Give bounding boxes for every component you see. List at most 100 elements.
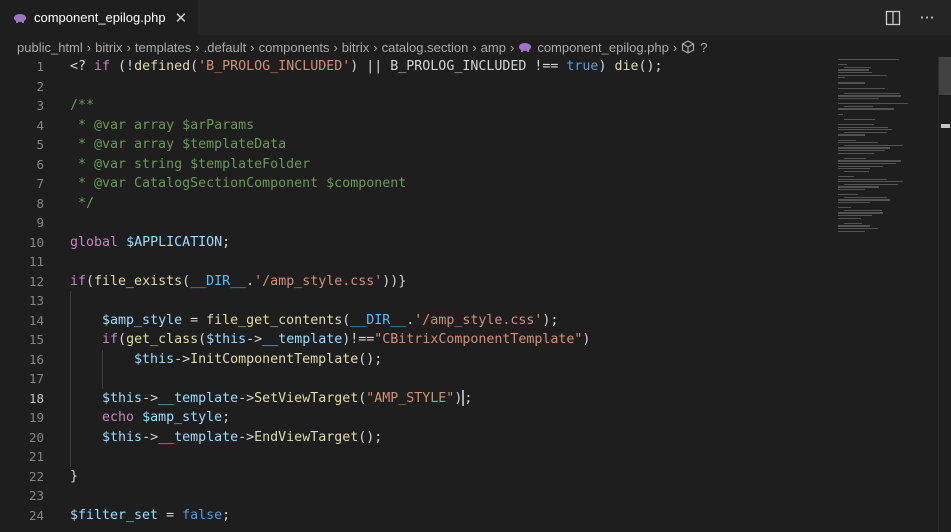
tab-component-epilog[interactable]: component_epilog.php ✕ [0, 0, 198, 35]
code-line[interactable]: $this->__template->SetViewTarget("AMP_ST… [70, 389, 472, 409]
minimap-line [838, 199, 891, 201]
minimap-line [844, 118, 875, 120]
code-token: (); [358, 351, 383, 367]
code-token: ))} [382, 273, 407, 289]
code-token: $APPLICATION [126, 234, 223, 250]
scrollbar-thumb[interactable] [939, 57, 951, 95]
minimap-line [838, 147, 891, 149]
line-number: 15 [28, 332, 44, 347]
code-token: 'B_PROLOG_INCLUDED' [198, 59, 351, 74]
minimap-line [838, 212, 883, 214]
code-line[interactable]: if(get_class($this->__template)!=="CBitr… [70, 330, 590, 350]
code-line[interactable]: * @var string $templateFolder [70, 155, 310, 175]
breadcrumb-item[interactable]: templates [135, 40, 191, 55]
line-number: 20 [28, 429, 44, 445]
code-line[interactable]: * @var array $arParams [70, 116, 254, 136]
minimap-line [838, 225, 871, 227]
line-number: 12 [28, 273, 44, 289]
code-token: __template [262, 332, 343, 347]
code-token: $amp_style [142, 410, 223, 425]
minimap-line [838, 113, 844, 115]
line-number: 24 [28, 507, 44, 523]
code-token: -> [142, 390, 159, 406]
code-line[interactable]: $amp_style = file_get_contents(__DIR__.'… [70, 311, 558, 331]
code-token: (! [110, 59, 135, 74]
minimap-line [844, 183, 898, 185]
code-token: * @var CatalogSectionComponent $componen… [70, 176, 407, 191]
code-token: )!== [342, 332, 375, 347]
minimap-line [838, 139, 856, 141]
code-token: ( [118, 332, 127, 347]
breadcrumb-item[interactable]: amp [481, 40, 506, 55]
minimap-line [838, 207, 851, 209]
line-number: 23 [28, 488, 44, 503]
minimap-line [838, 215, 873, 217]
split-editor-icon[interactable] [883, 8, 903, 28]
php-elephant-icon [519, 43, 532, 52]
code-line[interactable]: <? if (!defined('B_PROLOG_INCLUDED') || … [70, 57, 663, 77]
close-icon[interactable]: ✕ [175, 9, 188, 27]
line-number: 11 [28, 254, 44, 269]
code-line[interactable]: global $APPLICATION; [70, 233, 230, 253]
code-line[interactable]: if(file_exists(__DIR__.'/amp_style.css')… [70, 272, 406, 292]
code-token: if [94, 59, 111, 74]
code-token: if [70, 273, 87, 289]
breadcrumb-item[interactable]: bitrix [95, 40, 122, 55]
line-number: 17 [28, 371, 44, 386]
more-actions-icon[interactable]: ··· [917, 8, 937, 28]
minimap-line [838, 160, 901, 162]
minimap-line [838, 103, 909, 105]
code-token: ( [198, 332, 207, 347]
chevron-right-icon: › [250, 39, 255, 55]
code-token: ( [182, 273, 191, 289]
line-number: 16 [28, 351, 44, 367]
breadcrumb-item-file[interactable]: component_epilog.php [537, 40, 669, 55]
code-line[interactable]: * @var CatalogSectionComponent $componen… [70, 174, 406, 194]
breadcrumb-item-symbol[interactable]: ? [700, 40, 707, 55]
minimap-line [844, 209, 882, 211]
breadcrumb-item[interactable]: bitrix [342, 40, 369, 55]
code-editor[interactable]: 1 2 3 4 5 6 7 8 9 10 11 12 13 14 15 16 17 18 19 20 21 22 23 24 … [0, 57, 951, 532]
code-line[interactable]: $this->InitComponentTemplate(); [70, 350, 382, 370]
code-line[interactable]: $this->__template->EndViewTarget(); [70, 428, 382, 448]
code-token: ) [454, 390, 463, 406]
vertical-scrollbar[interactable] [938, 57, 951, 532]
minimap-line [844, 105, 873, 107]
code-token: file_get_contents [206, 312, 343, 328]
code-token: $amp_style [102, 312, 183, 328]
code-line[interactable]: /** [70, 96, 94, 116]
code-token: * @var string $templateFolder [70, 156, 311, 172]
minimap-line [838, 129, 892, 131]
minimap-line [838, 189, 865, 191]
code-token: ) || B_PROLOG_INCLUDED !== [350, 59, 567, 74]
code-line[interactable]: */ [70, 194, 94, 214]
minimap[interactable] [836, 57, 936, 532]
minimap-line [838, 87, 885, 89]
code-token: __DIR__ [350, 312, 407, 328]
minimap-line [838, 150, 885, 152]
code-line[interactable]: echo $amp_style; [70, 408, 230, 428]
breadcrumb-item[interactable]: .default [204, 40, 247, 55]
indent-guide [102, 349, 103, 389]
minimap-line [838, 228, 878, 230]
code-line[interactable]: $filter_set = false; [70, 506, 230, 526]
breadcrumb-item[interactable]: catalog.section [382, 40, 469, 55]
breadcrumb-item[interactable]: public_html [17, 40, 83, 55]
code-token: } [70, 468, 79, 484]
code-token: ; [222, 507, 231, 523]
code-token: */ [70, 195, 95, 211]
minimap-line [838, 72, 873, 74]
code-token: defined [134, 59, 191, 74]
code-token: __template [158, 429, 239, 445]
code-token: $filter_set [70, 507, 159, 523]
breadcrumb-item[interactable]: components [259, 40, 330, 55]
minimap-line [838, 178, 887, 180]
code-token: global [70, 234, 119, 250]
code-token: InitComponentTemplate [190, 351, 359, 367]
minimap-line [838, 194, 858, 196]
line-number: 4 [36, 117, 44, 133]
code-line[interactable]: * @var array $templateData [70, 135, 286, 155]
code-line[interactable]: } [70, 467, 78, 487]
code-token: * @var array $arParams [70, 117, 255, 133]
